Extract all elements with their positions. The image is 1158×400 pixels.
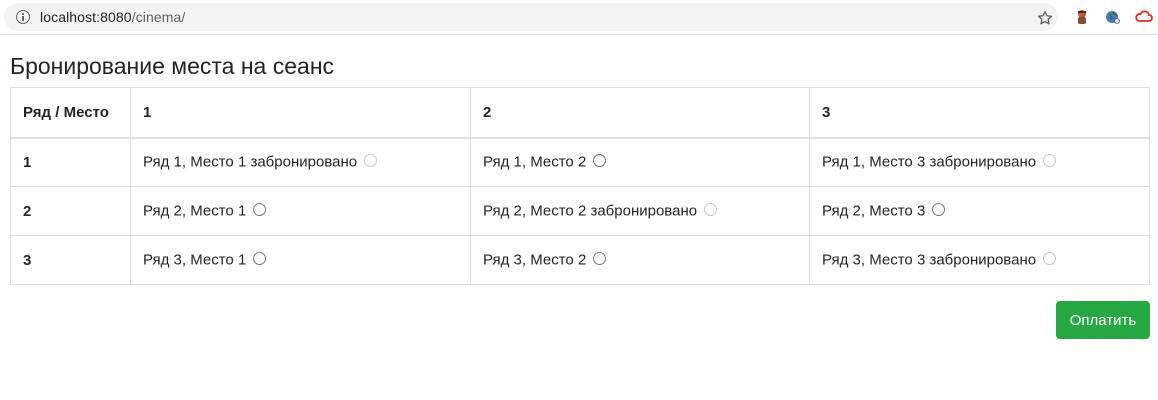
extension-avatar-icon[interactable] <box>1073 8 1091 26</box>
page-title: Бронирование места на сеанс <box>10 53 335 79</box>
url-text[interactable]: localhost:8080/cinema/ <box>40 9 185 25</box>
seat-cell: Ряд 3, Место 3 забронировано <box>809 235 1150 285</box>
extension-globe-icon[interactable] <box>1104 8 1122 26</box>
site-info-icon[interactable] <box>16 10 30 24</box>
seat-cell: Ряд 3, Место 1 <box>130 235 471 285</box>
seat-label: Ряд 1, Место 1 забронировано <box>143 154 358 172</box>
row-header: 1 <box>10 137 131 187</box>
seat-cell: Ряд 2, Место 3 <box>809 186 1150 236</box>
table-header-row: Ряд / Место 1 2 3 <box>10 87 1150 139</box>
row-header: 2 <box>10 186 131 236</box>
seat-radio[interactable] <box>593 154 607 168</box>
seat-cell: Ряд 1, Место 3 забронировано <box>809 137 1150 187</box>
seat-radio-disabled <box>364 154 378 168</box>
bookmark-star-icon[interactable] <box>1036 9 1054 27</box>
seat-label: Ряд 1, Место 2 <box>483 154 587 172</box>
url-host: localhost:8080 <box>40 9 132 25</box>
seat-label: Ряд 3, Место 3 забронировано <box>822 251 1037 269</box>
table-row: 1 Ряд 1, Место 1 забронировано Ряд 1, Ме… <box>10 137 1150 187</box>
column-header-seat-2: 2 <box>470 87 810 139</box>
seat-cell: Ряд 2, Место 1 <box>130 186 471 236</box>
seat-radio[interactable] <box>593 251 607 265</box>
seat-radio-disabled <box>1043 251 1057 265</box>
address-bar[interactable]: localhost:8080/cinema/ <box>4 3 1058 31</box>
seat-label: Ряд 2, Место 3 <box>822 202 926 220</box>
seat-label: Ряд 3, Место 1 <box>143 251 247 269</box>
extension-cloud-icon[interactable] <box>1135 8 1153 26</box>
seat-label: Ряд 2, Место 1 <box>143 202 247 220</box>
seat-radio[interactable] <box>253 202 267 216</box>
seat-label: Ряд 1, Место 3 забронировано <box>822 154 1037 172</box>
table-row: 2 Ряд 2, Место 1 Ряд 2, Место 2 забронир… <box>10 186 1150 236</box>
seat-radio-disabled <box>704 202 718 216</box>
seat-radio-disabled <box>1043 154 1057 168</box>
table-row: 3 Ряд 3, Место 1 Ряд 3, Место 2 Ряд 3, М… <box>10 235 1150 285</box>
column-header-seat-3: 3 <box>809 87 1150 139</box>
seat-radio[interactable] <box>932 202 946 216</box>
browser-toolbar: localhost:8080/cinema/ <box>0 0 1158 35</box>
seat-cell: Ряд 2, Место 2 забронировано <box>470 186 810 236</box>
seat-booking-table: Ряд / Место 1 2 3 1 Ряд 1, Место 1 забро… <box>10 87 1150 285</box>
seat-cell: Ряд 1, Место 2 <box>470 137 810 187</box>
corner-header: Ряд / Место <box>10 87 131 139</box>
seat-label: Ряд 3, Место 2 <box>483 251 587 269</box>
url-path: /cinema/ <box>131 9 186 25</box>
seat-label: Ряд 2, Место 2 забронировано <box>483 202 698 220</box>
column-header-seat-1: 1 <box>130 87 471 139</box>
row-header: 3 <box>10 235 131 285</box>
seat-radio[interactable] <box>253 251 267 265</box>
pay-button[interactable]: Оплатить <box>1056 301 1150 339</box>
seat-cell: Ряд 3, Место 2 <box>470 235 810 285</box>
seat-cell: Ряд 1, Место 1 забронировано <box>130 137 471 187</box>
